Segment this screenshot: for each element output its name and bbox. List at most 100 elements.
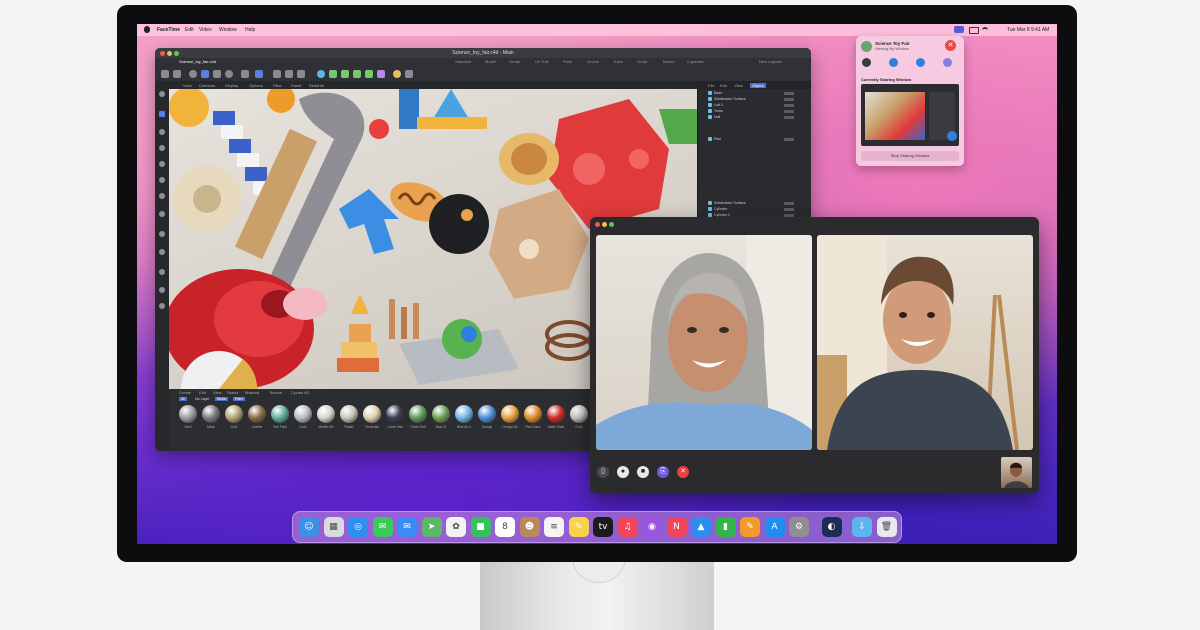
dock-photos-icon[interactable]: ✿	[446, 517, 466, 537]
layout-tab-paint[interactable]: Paint	[563, 59, 572, 64]
object-flags[interactable]	[784, 104, 794, 107]
mat-menu-material[interactable]: Material	[245, 390, 259, 395]
material-swatch[interactable]	[409, 405, 427, 423]
object-mode-icon[interactable]	[255, 70, 263, 78]
dock-reminders-icon[interactable]: ≡	[544, 517, 564, 537]
shareplay-status-icon[interactable]	[954, 26, 964, 33]
ft-zoom-button[interactable]	[609, 222, 614, 227]
material-swatch[interactable]	[317, 405, 335, 423]
material-swatch[interactable]	[179, 405, 197, 423]
dock-facetime-icon[interactable]: ■	[470, 517, 491, 537]
viewport-menu-view[interactable]: View	[183, 83, 192, 88]
shared-window-thumbnail[interactable]	[861, 84, 959, 146]
self-view-thumbnail[interactable]	[1001, 457, 1032, 488]
model-mode-icon[interactable]	[159, 111, 165, 117]
render-icon[interactable]	[285, 70, 293, 78]
spline-icon[interactable]	[329, 70, 337, 78]
layout-tab-standard[interactable]: Standard	[455, 59, 471, 64]
layout-tab-sculpt[interactable]: Sculpt	[509, 59, 520, 64]
layout-tab-capsules[interactable]: Capsules	[687, 59, 704, 64]
material-swatch[interactable]	[570, 405, 588, 423]
wifi-icon[interactable]	[982, 27, 988, 34]
dock-contacts-icon[interactable]: ☻	[519, 517, 540, 537]
material-swatch[interactable]	[202, 405, 220, 423]
generator-icon[interactable]	[341, 70, 349, 78]
dock-podcasts-icon[interactable]: ◉	[642, 517, 662, 537]
object-row[interactable]: Null	[708, 115, 794, 121]
dock-safari-icon[interactable]: ◎	[348, 517, 368, 537]
layout-tab-model[interactable]: Model	[485, 59, 496, 64]
material-swatch[interactable]	[547, 405, 565, 423]
mat-menu-select[interactable]: Select	[227, 390, 238, 395]
viewport-menu-options[interactable]: Options	[249, 83, 263, 88]
object-flags[interactable]	[784, 110, 794, 113]
cube-primitive-icon[interactable]	[317, 70, 325, 78]
object-row[interactable]: Rise	[708, 137, 794, 143]
material-swatch[interactable]	[386, 405, 404, 423]
viewport-menu-cameras[interactable]: Cameras	[199, 83, 215, 88]
participant-video-woman[interactable]	[596, 235, 812, 450]
dock-pages-icon[interactable]: ✎	[740, 517, 760, 537]
object-flags[interactable]	[784, 98, 794, 101]
objman-menu-view[interactable]: View	[734, 83, 743, 88]
dock-news-icon[interactable]: N	[666, 517, 687, 537]
material-swatch[interactable]	[340, 405, 358, 423]
quantize-icon[interactable]	[159, 249, 165, 255]
viewport-tool-icon[interactable]	[159, 91, 165, 97]
material-swatch[interactable]	[271, 405, 289, 423]
mute-button[interactable]: ●	[617, 466, 629, 478]
object-flags[interactable]	[784, 92, 794, 95]
dock-numbers-icon[interactable]: ▮	[715, 517, 736, 537]
mat-filter-metal[interactable]: Metal	[215, 397, 228, 401]
solo-icon[interactable]	[159, 269, 165, 275]
material-swatch[interactable]	[432, 405, 450, 423]
dock-mail-icon[interactable]: ✉	[397, 517, 417, 537]
dock-keynote-icon[interactable]: ▲	[691, 517, 711, 537]
end-call-button[interactable]: ✕	[677, 466, 689, 478]
snap-icon[interactable]	[159, 211, 165, 217]
dock-messages-icon[interactable]: ✉	[372, 517, 393, 537]
layout-tab-script[interactable]: Script	[637, 59, 647, 64]
mat-filter-no-layer[interactable]: No Layer	[193, 397, 212, 401]
objman-menu-object[interactable]: Object	[750, 83, 766, 88]
dock-app-store-icon[interactable]: A	[764, 517, 785, 537]
render-settings-icon[interactable]	[297, 70, 305, 78]
stop-sharing-button[interactable]: Stop Sharing Window	[861, 151, 959, 161]
dock-notes-icon[interactable]: ✎	[568, 517, 589, 537]
grid-icon[interactable]	[159, 287, 165, 293]
dock-system-preferences-icon[interactable]: ⚙	[789, 517, 809, 537]
layout-tab-groom[interactable]: Groom	[587, 59, 599, 64]
uv-mode-icon[interactable]	[159, 177, 165, 183]
mograph-icon[interactable]	[353, 70, 361, 78]
object-flags[interactable]	[784, 208, 794, 211]
ft-minimize-button[interactable]	[602, 222, 607, 227]
share-mic-button[interactable]	[889, 58, 898, 67]
menu-window[interactable]: Window	[219, 27, 237, 33]
dock-maps-icon[interactable]: ➤	[421, 517, 442, 537]
mat-menu-edit[interactable]: Edit	[199, 390, 206, 395]
sidebar-toggle-button[interactable]: ▯	[597, 466, 609, 478]
undo-icon[interactable]	[161, 70, 169, 78]
layout-tab-uvedit[interactable]: UV Edit	[535, 59, 549, 64]
dock-tv-icon[interactable]: tv	[593, 517, 613, 537]
mat-menu-create[interactable]: Create	[179, 390, 191, 395]
shareplay-button[interactable]: ⎘	[657, 466, 669, 478]
dock-downloads-icon[interactable]: ⇩	[852, 517, 872, 537]
material-swatch[interactable]	[225, 405, 243, 423]
layout-tab-new-layouts[interactable]: New Layouts	[759, 59, 782, 64]
leave-shareplay-button[interactable]: ✕	[945, 40, 956, 51]
camera-button[interactable]: ■	[637, 466, 649, 478]
share-messages-button[interactable]	[862, 58, 871, 67]
dock-cinema-4d-icon[interactable]: ◐	[821, 517, 842, 537]
workplane-icon[interactable]	[159, 231, 165, 237]
field-icon[interactable]	[377, 70, 385, 78]
menu-video[interactable]: Video	[199, 27, 212, 33]
dock-music-icon[interactable]: ♫	[617, 517, 638, 537]
move-tool-icon[interactable]	[201, 70, 209, 78]
material-swatch[interactable]	[248, 405, 266, 423]
objman-menu-edit[interactable]: Edit	[720, 83, 727, 88]
ft-close-button[interactable]	[595, 222, 600, 227]
menu-clock[interactable]: Tue Mar 8 9:41 AM	[1007, 27, 1049, 33]
viewport-menu-display[interactable]: Display	[225, 83, 238, 88]
object-flags[interactable]	[784, 138, 794, 141]
